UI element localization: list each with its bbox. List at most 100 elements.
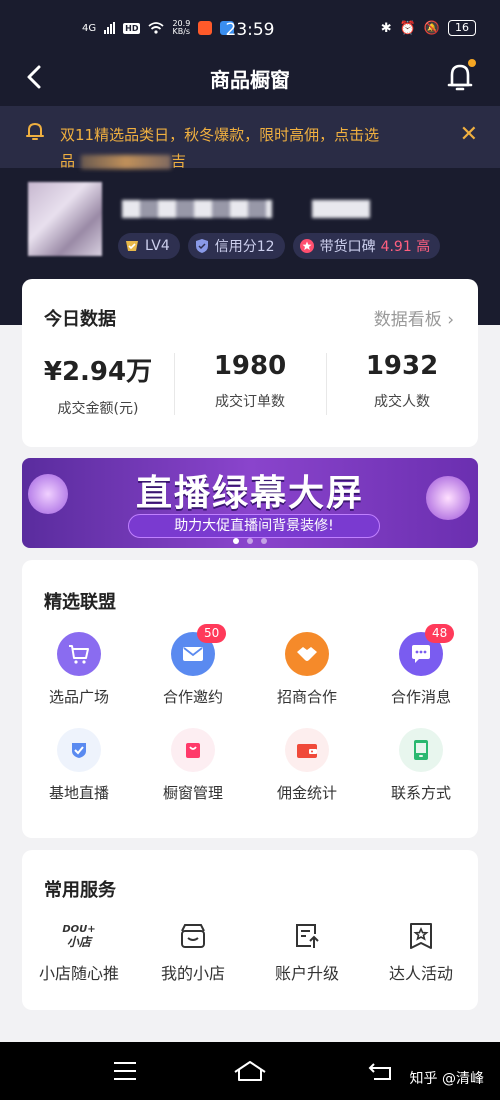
data-dashboard-link[interactable]: 数据看板 › bbox=[374, 305, 454, 330]
promo-banner[interactable]: 直播绿幕大屏 助力大促直播间背景装修! bbox=[22, 458, 478, 548]
banner-headline: 直播绿幕大屏 bbox=[135, 473, 364, 514]
service-my-shop[interactable]: 我的小店 bbox=[136, 920, 250, 984]
unread-dot bbox=[468, 59, 476, 67]
star-badge-icon bbox=[404, 920, 438, 952]
cart-icon bbox=[57, 632, 101, 676]
profile-badges: LV4 信用分12 带货口碑 4.91 高 bbox=[118, 233, 441, 259]
promo-notice[interactable]: 双11精选品类日，秋冬爆款，限时高佣，点击选 品 吉 ✕ bbox=[0, 106, 500, 170]
carousel-dot[interactable] bbox=[233, 538, 239, 544]
user-name-blurred bbox=[122, 200, 272, 218]
shop-icon bbox=[176, 920, 210, 952]
nav-bar: 商品橱窗 bbox=[0, 55, 500, 101]
battery-icon: 16 bbox=[448, 20, 476, 36]
today-data-card: 今日数据 数据看板 › ¥2.94万 成交金额(元) 1980 成交订单数 19… bbox=[22, 279, 478, 447]
grid-item-commission-stats[interactable]: 佣金统计 bbox=[250, 728, 364, 803]
notification-bell[interactable] bbox=[444, 59, 476, 93]
service-label: 我的小店 bbox=[160, 964, 225, 983]
credit-label: 信用分12 bbox=[214, 239, 275, 255]
grid-item-base-live[interactable]: 基地直播 bbox=[22, 728, 136, 803]
stat-label: 成交金额(元) bbox=[57, 401, 139, 417]
grid-item-label: 招商合作 bbox=[276, 688, 337, 706]
grid-item-label: 合作消息 bbox=[390, 688, 451, 706]
stat-value: 1932 bbox=[365, 351, 439, 381]
user-name-blurred-2 bbox=[312, 200, 370, 218]
service-label: 达人活动 bbox=[388, 964, 453, 983]
stat-gmv[interactable]: ¥2.94万 成交金额(元) bbox=[22, 351, 174, 418]
notice-text: 双11精选品类日，秋冬爆款，限时高佣，点击选 品 吉 bbox=[60, 122, 440, 174]
carousel-dot[interactable] bbox=[247, 538, 253, 544]
grid-item-label: 基地直播 bbox=[48, 784, 109, 802]
stat-value: ¥2.94万 bbox=[43, 357, 153, 387]
level-label: LV4 bbox=[145, 238, 170, 254]
notice-text-line1: 双11精选品类日，秋冬爆款，限时高佣，点击选 bbox=[60, 126, 380, 144]
services-card: 常用服务 DOU+ 小店 小店随心推 我的小店 账户升级 达人活动 bbox=[22, 850, 478, 1010]
menu-icon[interactable] bbox=[112, 1060, 138, 1082]
today-data-title: 今日数据 bbox=[44, 309, 116, 330]
grid-item-label: 橱窗管理 bbox=[162, 784, 223, 802]
page-title: 商品橱窗 bbox=[210, 68, 290, 92]
service-talent-activity[interactable]: 达人活动 bbox=[364, 920, 478, 984]
handshake-icon bbox=[285, 632, 329, 676]
carousel-dot[interactable] bbox=[261, 538, 267, 544]
banner-subtitle: 助力大促直播间背景装修! bbox=[128, 514, 380, 538]
count-badge: 50 bbox=[197, 624, 227, 643]
phone-icon bbox=[399, 728, 443, 772]
service-dou-plus[interactable]: DOU+ 小店 小店随心推 bbox=[22, 920, 136, 984]
dou-plus-icon: DOU+ 小店 bbox=[62, 920, 96, 952]
home-icon[interactable] bbox=[233, 1060, 267, 1082]
status-right: ✱ ⏰ 🔕 16 bbox=[381, 20, 476, 36]
carousel-dots bbox=[22, 538, 478, 544]
stat-label: 成交订单数 bbox=[215, 394, 285, 410]
stat-value: 1980 bbox=[213, 351, 287, 381]
count-badge: 48 bbox=[425, 624, 455, 643]
grid-item-coop-invite[interactable]: 50 合作邀约 bbox=[136, 624, 250, 707]
services-title: 常用服务 bbox=[44, 880, 116, 901]
status-bar: 4G HD 20.9 KB/s 23:59 ✱ ⏰ 🔕 16 bbox=[0, 0, 500, 60]
shield-icon bbox=[195, 239, 208, 253]
chat-icon: 48 bbox=[399, 624, 455, 676]
grid-item-label: 合作邀约 bbox=[162, 688, 223, 706]
bluetooth-icon: ✱ bbox=[380, 20, 392, 36]
grid-item-label: 选品广场 bbox=[48, 688, 109, 706]
stat-label: 成交人数 bbox=[374, 394, 430, 410]
grid-item-showcase-manage[interactable]: 橱窗管理 bbox=[136, 728, 250, 803]
service-label: 小店随心推 bbox=[38, 964, 119, 983]
alliance-title: 精选联盟 bbox=[44, 592, 116, 613]
mail-icon: 50 bbox=[171, 624, 227, 676]
grid-item-contact[interactable]: 联系方式 bbox=[364, 728, 478, 803]
notice-text-line2-start: 品 bbox=[60, 152, 76, 170]
system-nav-bar: 知乎 @清峰 bbox=[0, 1042, 500, 1100]
avatar[interactable] bbox=[28, 182, 102, 256]
notice-text-line2-end: 吉 bbox=[171, 152, 187, 170]
back-icon[interactable] bbox=[368, 1060, 394, 1082]
alliance-card: 精选联盟 选品广场 50 合作邀约 招商合作 48 合作消息 基地直播 橱窗管理… bbox=[22, 560, 478, 838]
dou-plus-icon-text-2: 小店 bbox=[66, 935, 91, 949]
service-label: 账户升级 bbox=[274, 964, 339, 983]
watermark: 知乎 @清峰 bbox=[409, 1071, 484, 1087]
level-icon bbox=[126, 241, 138, 251]
stat-buyers[interactable]: 1932 成交人数 bbox=[326, 351, 478, 411]
chevron-right-icon: › bbox=[447, 310, 454, 330]
grid-item-coop-messages[interactable]: 48 合作消息 bbox=[364, 624, 478, 707]
bell-outline-icon bbox=[26, 122, 44, 140]
bag-icon bbox=[171, 728, 215, 772]
level-badge[interactable]: LV4 bbox=[118, 233, 180, 259]
reputation-label: 带货口碑 bbox=[319, 239, 376, 255]
grid-item-label: 佣金统计 bbox=[276, 784, 337, 802]
credit-badge[interactable]: 信用分12 bbox=[187, 233, 285, 259]
reputation-badge[interactable]: 带货口碑 4.91 高 bbox=[292, 233, 441, 259]
notice-blurred-text bbox=[81, 154, 172, 169]
wallet-icon bbox=[285, 728, 329, 772]
reputation-value: 4.91 高 bbox=[380, 239, 431, 255]
star-icon bbox=[299, 239, 314, 253]
grid-item-merchant-coop[interactable]: 招商合作 bbox=[250, 632, 364, 707]
data-dashboard-label: 数据看板 bbox=[373, 310, 442, 330]
grid-item-label: 联系方式 bbox=[390, 784, 451, 802]
upgrade-icon bbox=[290, 920, 324, 952]
stat-orders[interactable]: 1980 成交订单数 bbox=[174, 351, 326, 411]
grid-item-product-square[interactable]: 选品广场 bbox=[22, 632, 136, 707]
alarm-icon: ⏰ bbox=[399, 20, 416, 36]
service-account-upgrade[interactable]: 账户升级 bbox=[250, 920, 364, 984]
close-icon[interactable]: ✕ bbox=[460, 122, 478, 147]
shield-check-icon bbox=[57, 728, 101, 772]
